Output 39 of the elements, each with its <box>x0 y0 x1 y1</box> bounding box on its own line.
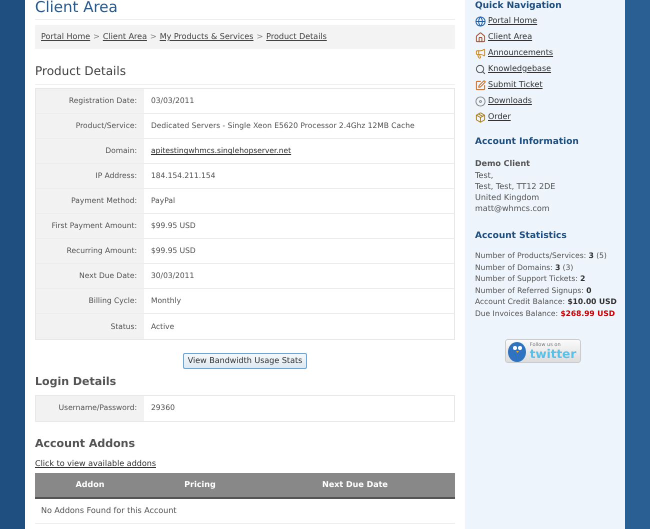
section-heading: Login Details <box>35 374 118 390</box>
address-line: Test, <box>475 170 494 180</box>
sidebar-heading: Quick Navigation <box>475 0 563 12</box>
bandwidth-stats-button[interactable]: View Bandwidth Usage Stats <box>182 353 308 369</box>
nav-link[interactable]: Order <box>488 111 511 123</box>
house-icon <box>475 32 486 42</box>
nav-link[interactable]: Client Area <box>488 31 532 43</box>
breadcrumb-separator: > <box>150 31 157 43</box>
breadcrumb-separator: > <box>93 31 100 43</box>
megaphone-icon <box>475 48 486 58</box>
breadcrumb-separator: > <box>256 31 264 43</box>
page-title: Client Area <box>35 0 455 20</box>
nav-link[interactable]: Portal Home <box>488 15 538 27</box>
breadcrumb-link[interactable]: Portal Home <box>41 31 90 43</box>
column-header: Next Due Date <box>321 479 389 491</box>
address-line: matt@whmcs.com <box>475 202 551 214</box>
section-heading: Account Addons <box>35 436 136 452</box>
pencil-icon <box>475 80 486 90</box>
nav-link[interactable]: Knowledgebase <box>488 63 552 75</box>
box-icon <box>475 112 486 122</box>
search-icon <box>475 64 486 74</box>
empty-message: No Addons Found for this Account <box>41 505 177 517</box>
breadcrumb-link[interactable]: My Products & Services <box>160 31 254 43</box>
disc-icon <box>475 96 486 106</box>
breadcrumb-link[interactable]: Client Area <box>102 31 147 43</box>
breadcrumb-link[interactable]: Product Details <box>266 31 327 43</box>
address-line: United Kingdom <box>475 192 540 202</box>
section-heading: Product Details <box>35 62 455 85</box>
addons-link[interactable]: Click to view available addons <box>35 458 156 470</box>
nav-link[interactable]: Announcements <box>488 47 554 59</box>
client-name: Demo Client <box>475 158 531 170</box>
sidebar-heading: Account Information <box>475 136 580 149</box>
sidebar-heading: Account Statistics <box>475 230 568 242</box>
column-header: Addon <box>74 479 106 491</box>
address-line: Test, Test, TT12 2DE <box>475 180 556 192</box>
nav-link[interactable]: Submit Ticket <box>488 79 543 91</box>
globe-icon <box>475 16 486 26</box>
column-header: Pricing <box>183 479 217 491</box>
nav-link[interactable]: Downloads <box>488 95 532 107</box>
